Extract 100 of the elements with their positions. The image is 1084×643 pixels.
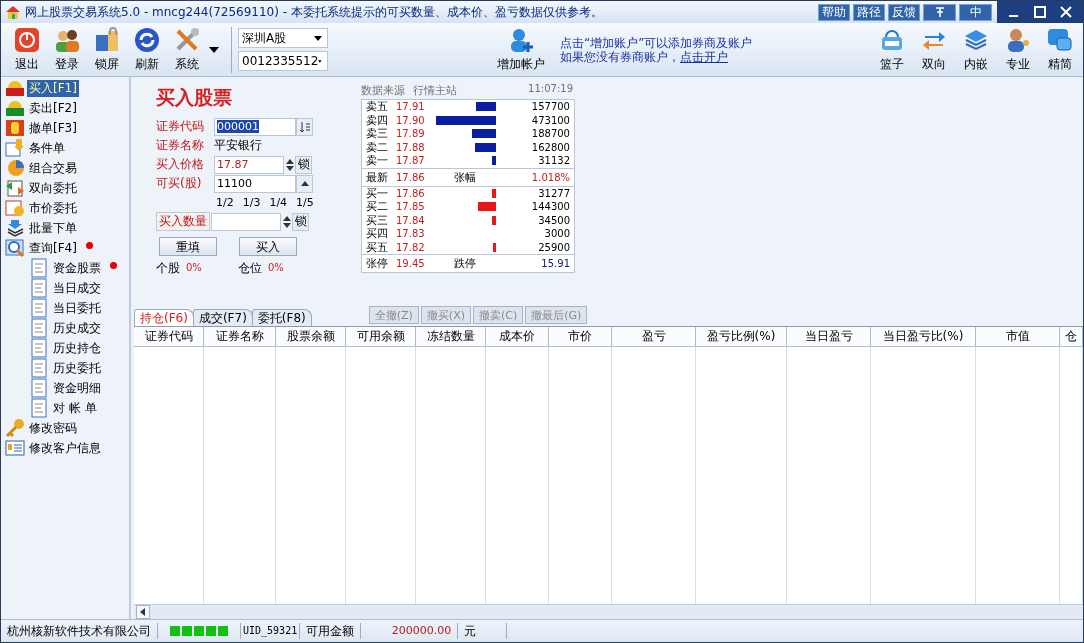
available-field[interactable]: 11100 [214,174,296,193]
caret-icon[interactable] [209,46,219,53]
up-button[interactable] [296,174,313,193]
fraction-link[interactable]: 1/2 [216,196,234,209]
title-bar-button[interactable]: 路径 [853,3,885,21]
quantity-field[interactable] [211,212,281,231]
price-text: 17.86 [396,171,426,183]
limit-label: 张停 [366,258,389,269]
toolbar-button[interactable]: 系统 [167,26,207,73]
sidebar-item[interactable]: 撤单[F3] [27,119,79,137]
toolbar-button[interactable]: 专业 [999,26,1037,73]
sidebar-item[interactable]: 对 帐 单 [51,399,99,417]
sidebar-item[interactable]: 查询[F4] [27,239,79,257]
level-label: 卖四 [366,114,389,126]
sidebar-item[interactable]: 买入[F1] [27,79,79,97]
sidebar-item[interactable]: 资金股票 [51,259,103,277]
sidebar-item[interactable]: 双向委托 [27,179,79,197]
tab[interactable]: 委托(F8) [251,309,312,326]
caret-icon [318,58,322,64]
sidebar-item[interactable]: 批量下单 [27,219,79,237]
column-header[interactable]: 当日盈亏比(%) [871,327,976,347]
toolbar-button[interactable]: 双向 [915,26,953,73]
column-header[interactable]: 冻结数量 [416,327,486,347]
caret-icon [314,35,322,41]
column-header[interactable]: 当日盈亏 [787,327,871,347]
close-icon[interactable] [1059,5,1073,19]
market-dropdown[interactable]: 深圳A股 [238,28,328,48]
sidebar-item[interactable]: 市价委托 [27,199,79,217]
title-bar-button[interactable]: 帮助 [818,3,850,21]
volume-bar [492,215,496,225]
sidebar-item[interactable]: 条件单 [27,139,67,157]
sidebar-item[interactable]: 历史成交 [51,319,103,337]
sidebar-item[interactable]: 历史委托 [51,359,103,377]
column-header[interactable]: 成本价 [486,327,549,347]
title-bar-button[interactable]: 反馈 [888,3,920,21]
toolbar-button[interactable]: 刷新 [127,26,167,73]
tab[interactable]: 成交(F7) [192,309,253,326]
fraction-link[interactable]: 1/5 [296,196,314,209]
sidebar-item[interactable]: 资金明细 [51,379,103,397]
pin-icon [933,6,946,18]
volume-text: 34500 [537,214,570,226]
pin-button[interactable] [923,3,956,21]
form-title: 买入股票 [156,85,233,110]
level-label: 卖五 [366,101,389,113]
price-field[interactable]: 17.87 [214,155,284,174]
column-header[interactable]: 市价 [549,327,612,347]
form-button[interactable]: 买入 [239,237,297,256]
lock-icon [94,26,120,53]
volume-bar [476,102,496,112]
lock-button[interactable]: 锁 [295,155,312,174]
column-header[interactable]: 证券代码 [134,327,204,347]
field-label: 买入价格 [156,156,205,173]
toolbar-button[interactable]: 锁屏 [87,26,127,73]
toolbar-button[interactable]: 登录 [47,26,87,73]
price-text: 17.91 [396,101,426,113]
column-header[interactable]: 盈亏 [612,327,696,347]
notice-text: 点击“增加账户”可以添加券商及账户 [560,35,753,50]
tab[interactable]: 持仓(F6) [134,309,194,326]
caret-up-icon [300,181,309,186]
sidebar-item[interactable]: 当日委托 [51,299,103,317]
document-icon [29,398,49,418]
pie-chart-icon [5,158,25,178]
stock-name: 平安银行 [214,137,262,154]
fraction-link[interactable]: 1/4 [269,196,288,209]
language-button[interactable]: 中 [959,3,992,21]
toolbar-button[interactable]: 精简 [1041,26,1079,73]
open-account-link[interactable]: 点击开户 [680,49,728,64]
change-label: 张幅 [453,169,477,185]
stat-value: 0% [267,261,284,275]
change-value: 1.018% [530,171,570,183]
arrows-icon [5,178,25,198]
column-header[interactable]: 可用余额 [346,327,416,347]
form-button[interactable]: 重填 [159,237,217,256]
scroll-left-icon[interactable] [136,605,150,619]
stock-code-field[interactable]: 000001 [214,117,296,136]
sort-button[interactable] [296,117,313,136]
sidebar-item[interactable]: 当日成交 [51,279,103,297]
column-header[interactable]: 市值 [976,327,1060,347]
toolbar-button[interactable]: 退出 [7,26,47,73]
sort-icon [298,120,311,133]
account-dropdown[interactable]: 0012335512 [238,51,328,71]
column-header[interactable]: 证券名称 [204,327,276,347]
sidebar-item[interactable]: 组合交易 [27,159,79,177]
sidebar-item[interactable]: 修改客户信息 [27,439,103,457]
volume-bar [493,242,496,252]
horizontal-scrollbar[interactable] [134,604,1083,619]
column-header[interactable]: 仓 [1060,327,1083,347]
toolbar-button[interactable]: 篮子 [873,26,911,73]
add-account-button[interactable]: 增加帐户 [490,26,552,73]
stat-label: 仓位 [237,260,262,277]
sidebar-item[interactable]: 卖出[F2] [27,99,79,117]
source-label: 数据来源 [361,83,405,99]
sidebar-item[interactable]: 历史持仓 [51,339,103,357]
column-header[interactable]: 盈亏比例(%) [696,327,787,347]
maximize-icon[interactable] [1033,5,1047,19]
column-header[interactable]: 股票余额 [276,327,346,347]
fraction-link[interactable]: 1/3 [242,196,261,209]
lock-button[interactable]: 锁 [292,212,309,231]
sidebar-item[interactable]: 修改密码 [27,419,79,437]
toolbar-button[interactable]: 内嵌 [957,26,995,73]
